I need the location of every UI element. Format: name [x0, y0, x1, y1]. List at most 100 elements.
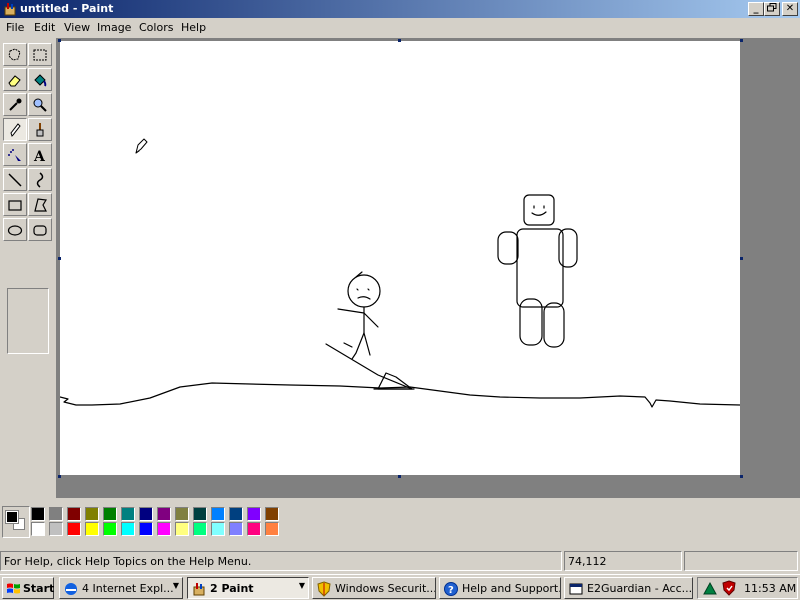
tool-fill[interactable] [28, 68, 52, 91]
svg-text:A: A [33, 149, 46, 163]
palette-swatch[interactable] [193, 522, 207, 536]
rounded-rectangle-icon [33, 225, 47, 236]
status-help-text: For Help, click Help Topics on the Help … [0, 551, 562, 571]
palette-swatch[interactable] [139, 507, 153, 521]
palette-swatch[interactable] [121, 507, 135, 521]
ellipse-icon [7, 225, 23, 236]
palette-swatch[interactable] [211, 522, 225, 536]
canvas-workspace [56, 38, 800, 498]
menu-bar: File Edit View Image Colors Help [0, 18, 800, 38]
resize-handle[interactable] [58, 257, 61, 260]
tool-free-select[interactable] [3, 43, 27, 66]
eraser-icon [8, 75, 21, 87]
rect-select-icon [33, 49, 47, 61]
close-button[interactable]: ✕ [782, 2, 798, 16]
menu-help[interactable]: Help [181, 21, 206, 34]
taskbar-button[interactable]: Windows Securit... [312, 577, 436, 599]
palette-swatch[interactable] [31, 507, 45, 521]
tool-magnifier[interactable] [28, 93, 52, 116]
tool-ellipse[interactable] [3, 218, 27, 241]
palette-swatch[interactable] [175, 507, 189, 521]
tool-text[interactable]: A [28, 143, 52, 166]
palette-swatch[interactable] [229, 522, 243, 536]
menu-colors[interactable]: Colors [139, 21, 173, 34]
palette-swatch[interactable] [31, 522, 45, 536]
palette-swatch[interactable] [103, 507, 117, 521]
tool-color-picker[interactable] [3, 93, 27, 116]
palette-swatch[interactable] [247, 522, 261, 536]
palette-swatch[interactable] [49, 507, 63, 521]
internet-explorer-icon [65, 583, 77, 595]
security-shield-icon[interactable] [721, 580, 737, 596]
palette-swatch[interactable] [247, 507, 261, 521]
tool-curve[interactable] [28, 168, 52, 191]
palette-swatch[interactable] [67, 507, 81, 521]
taskbar: Start 11:53 AM 4 Internet Expl... ▼ 2 Pain… [0, 574, 800, 600]
current-colors[interactable] [2, 506, 30, 538]
resize-handle[interactable] [398, 475, 401, 478]
resize-handle[interactable] [740, 475, 743, 478]
palette-swatch[interactable] [211, 507, 225, 521]
resize-handle[interactable] [398, 39, 401, 42]
tool-options-panel[interactable] [7, 288, 49, 354]
palette-swatch[interactable] [85, 522, 99, 536]
palette-swatch[interactable] [157, 507, 171, 521]
palette-swatch[interactable] [265, 522, 279, 536]
palette-swatch[interactable] [175, 522, 189, 536]
resize-handle[interactable] [58, 39, 61, 42]
resize-handle[interactable] [740, 39, 743, 42]
tool-rounded-rectangle[interactable] [28, 218, 52, 241]
resize-handle[interactable] [740, 257, 743, 260]
palette-swatch[interactable] [67, 522, 81, 536]
menu-file[interactable]: File [6, 21, 24, 34]
title-bar[interactable]: untitled - Paint _ ✕ [0, 0, 800, 18]
pencil-icon [10, 123, 21, 137]
tool-rect-select[interactable] [28, 43, 52, 66]
minimize-button[interactable]: _ [748, 2, 764, 16]
tool-rectangle[interactable] [3, 193, 27, 216]
dropdown-arrow-icon: ▼ [172, 581, 179, 590]
taskbar-button-label: 2 Paint [210, 582, 254, 595]
taskbar-button[interactable]: 2 Paint ▼ [187, 577, 309, 599]
palette-swatch[interactable] [139, 522, 153, 536]
plank [325, 343, 415, 390]
menu-image[interactable]: Image [97, 21, 131, 34]
taskbar-button-label: E2Guardian - Acc... [587, 582, 693, 595]
taskbar-button[interactable]: E2Guardian - Acc... [564, 577, 693, 599]
curve-icon [36, 172, 44, 188]
palette-swatch[interactable] [49, 522, 63, 536]
resize-handle[interactable] [58, 475, 61, 478]
palette-swatch[interactable] [85, 507, 99, 521]
tool-line[interactable] [3, 168, 27, 191]
menu-view[interactable]: View [64, 21, 90, 34]
paint-app-icon [4, 3, 16, 16]
tool-airbrush[interactable] [3, 143, 27, 166]
menu-edit[interactable]: Edit [34, 21, 55, 34]
tool-polygon[interactable] [28, 193, 52, 216]
taskbar-button[interactable]: ? Help and Support... [439, 577, 561, 599]
tool-pencil[interactable] [3, 118, 27, 141]
polygon-icon [34, 198, 47, 212]
free-select-icon [8, 48, 21, 61]
taskbar-button-label: Help and Support... [462, 582, 561, 595]
maximize-button[interactable] [764, 2, 780, 16]
windows-logo-icon [7, 583, 20, 594]
tool-brush[interactable] [28, 118, 52, 141]
palette-swatch[interactable] [121, 522, 135, 536]
palette-swatch[interactable] [157, 522, 171, 536]
drawing-canvas[interactable] [60, 41, 740, 475]
network-icon[interactable] [702, 580, 718, 596]
palette-swatch[interactable] [229, 507, 243, 521]
palette-swatch[interactable] [103, 522, 117, 536]
taskbar-button[interactable]: 4 Internet Expl... ▼ [59, 577, 183, 599]
line-icon [8, 173, 22, 187]
color-palette [0, 502, 800, 548]
magnifier-icon [33, 98, 47, 112]
foreground-color-swatch[interactable] [5, 510, 19, 524]
clock[interactable]: 11:53 AM [744, 582, 796, 595]
palette-swatch[interactable] [265, 507, 279, 521]
start-button[interactable]: Start [2, 577, 54, 599]
palette-swatch[interactable] [193, 507, 207, 521]
window-title: untitled - Paint [20, 2, 114, 15]
tool-eraser[interactable] [3, 68, 27, 91]
